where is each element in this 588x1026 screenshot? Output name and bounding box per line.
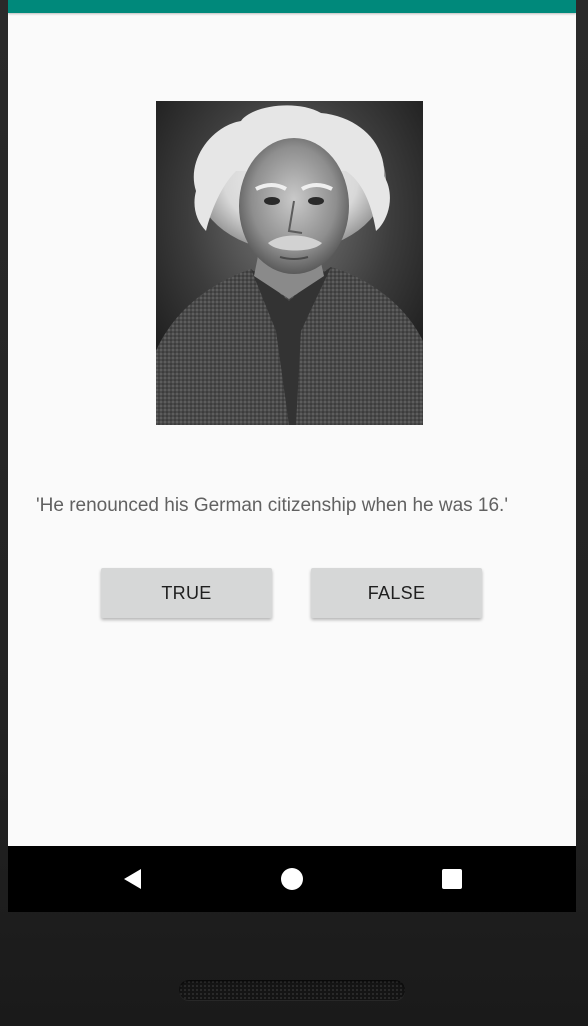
home-circle-icon: [281, 868, 303, 890]
back-button[interactable]: [117, 864, 147, 894]
true-button[interactable]: TRUE: [101, 568, 272, 618]
question-text: 'He renounced his German citizenship whe…: [36, 495, 508, 516]
portrait-photo-icon: [156, 101, 423, 425]
portrait-image: [156, 101, 423, 425]
recents-button[interactable]: [437, 864, 467, 894]
back-triangle-icon: [124, 869, 141, 889]
device-frame: 'He renounced his German citizenship whe…: [0, 0, 588, 1026]
recents-square-icon: [442, 869, 462, 889]
home-button[interactable]: [277, 864, 307, 894]
status-bar: [8, 0, 576, 13]
false-button[interactable]: FALSE: [311, 568, 482, 618]
device-speaker-grille: [179, 980, 405, 1000]
app-screen: 'He renounced his German citizenship whe…: [8, 0, 576, 846]
navigation-bar: [8, 846, 576, 912]
